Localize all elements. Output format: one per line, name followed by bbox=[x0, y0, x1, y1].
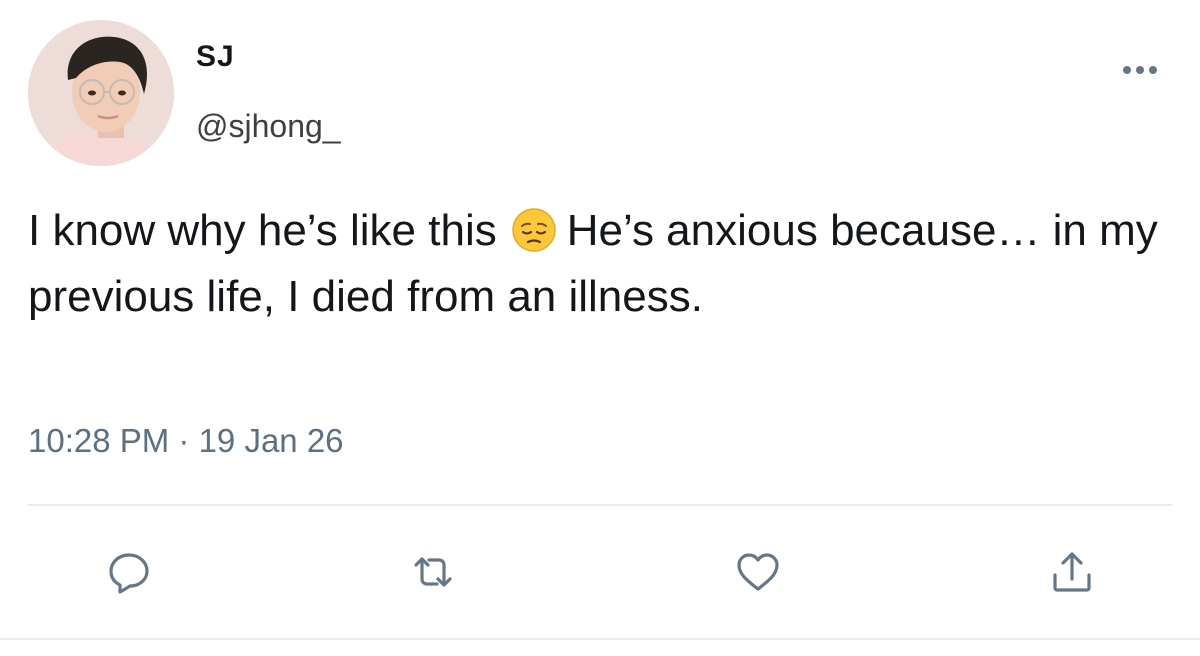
tweet-text: I know why he’s like this He’s anxious b… bbox=[28, 198, 1168, 330]
more-options-icon bbox=[1123, 66, 1157, 74]
retweet-button[interactable] bbox=[405, 544, 461, 600]
pensive-face-emoji bbox=[511, 206, 557, 252]
reply-button[interactable] bbox=[101, 544, 157, 600]
divider bbox=[0, 638, 1200, 640]
more-options-button[interactable] bbox=[1120, 58, 1160, 82]
like-button[interactable] bbox=[730, 544, 786, 600]
share-icon bbox=[1053, 552, 1091, 592]
divider bbox=[28, 504, 1172, 506]
share-button[interactable] bbox=[1044, 544, 1100, 600]
timestamp[interactable]: 10:28 PM · 19 Jan 26 bbox=[28, 422, 344, 460]
heart-icon bbox=[737, 553, 779, 591]
tweet-text-part-1: I know why he’s like this bbox=[28, 206, 497, 255]
retweet-icon bbox=[414, 557, 452, 587]
avatar[interactable] bbox=[28, 20, 174, 166]
reply-icon bbox=[109, 553, 149, 594]
display-name[interactable]: SJ bbox=[196, 40, 235, 74]
user-handle[interactable]: @sjhong_ bbox=[196, 108, 341, 145]
